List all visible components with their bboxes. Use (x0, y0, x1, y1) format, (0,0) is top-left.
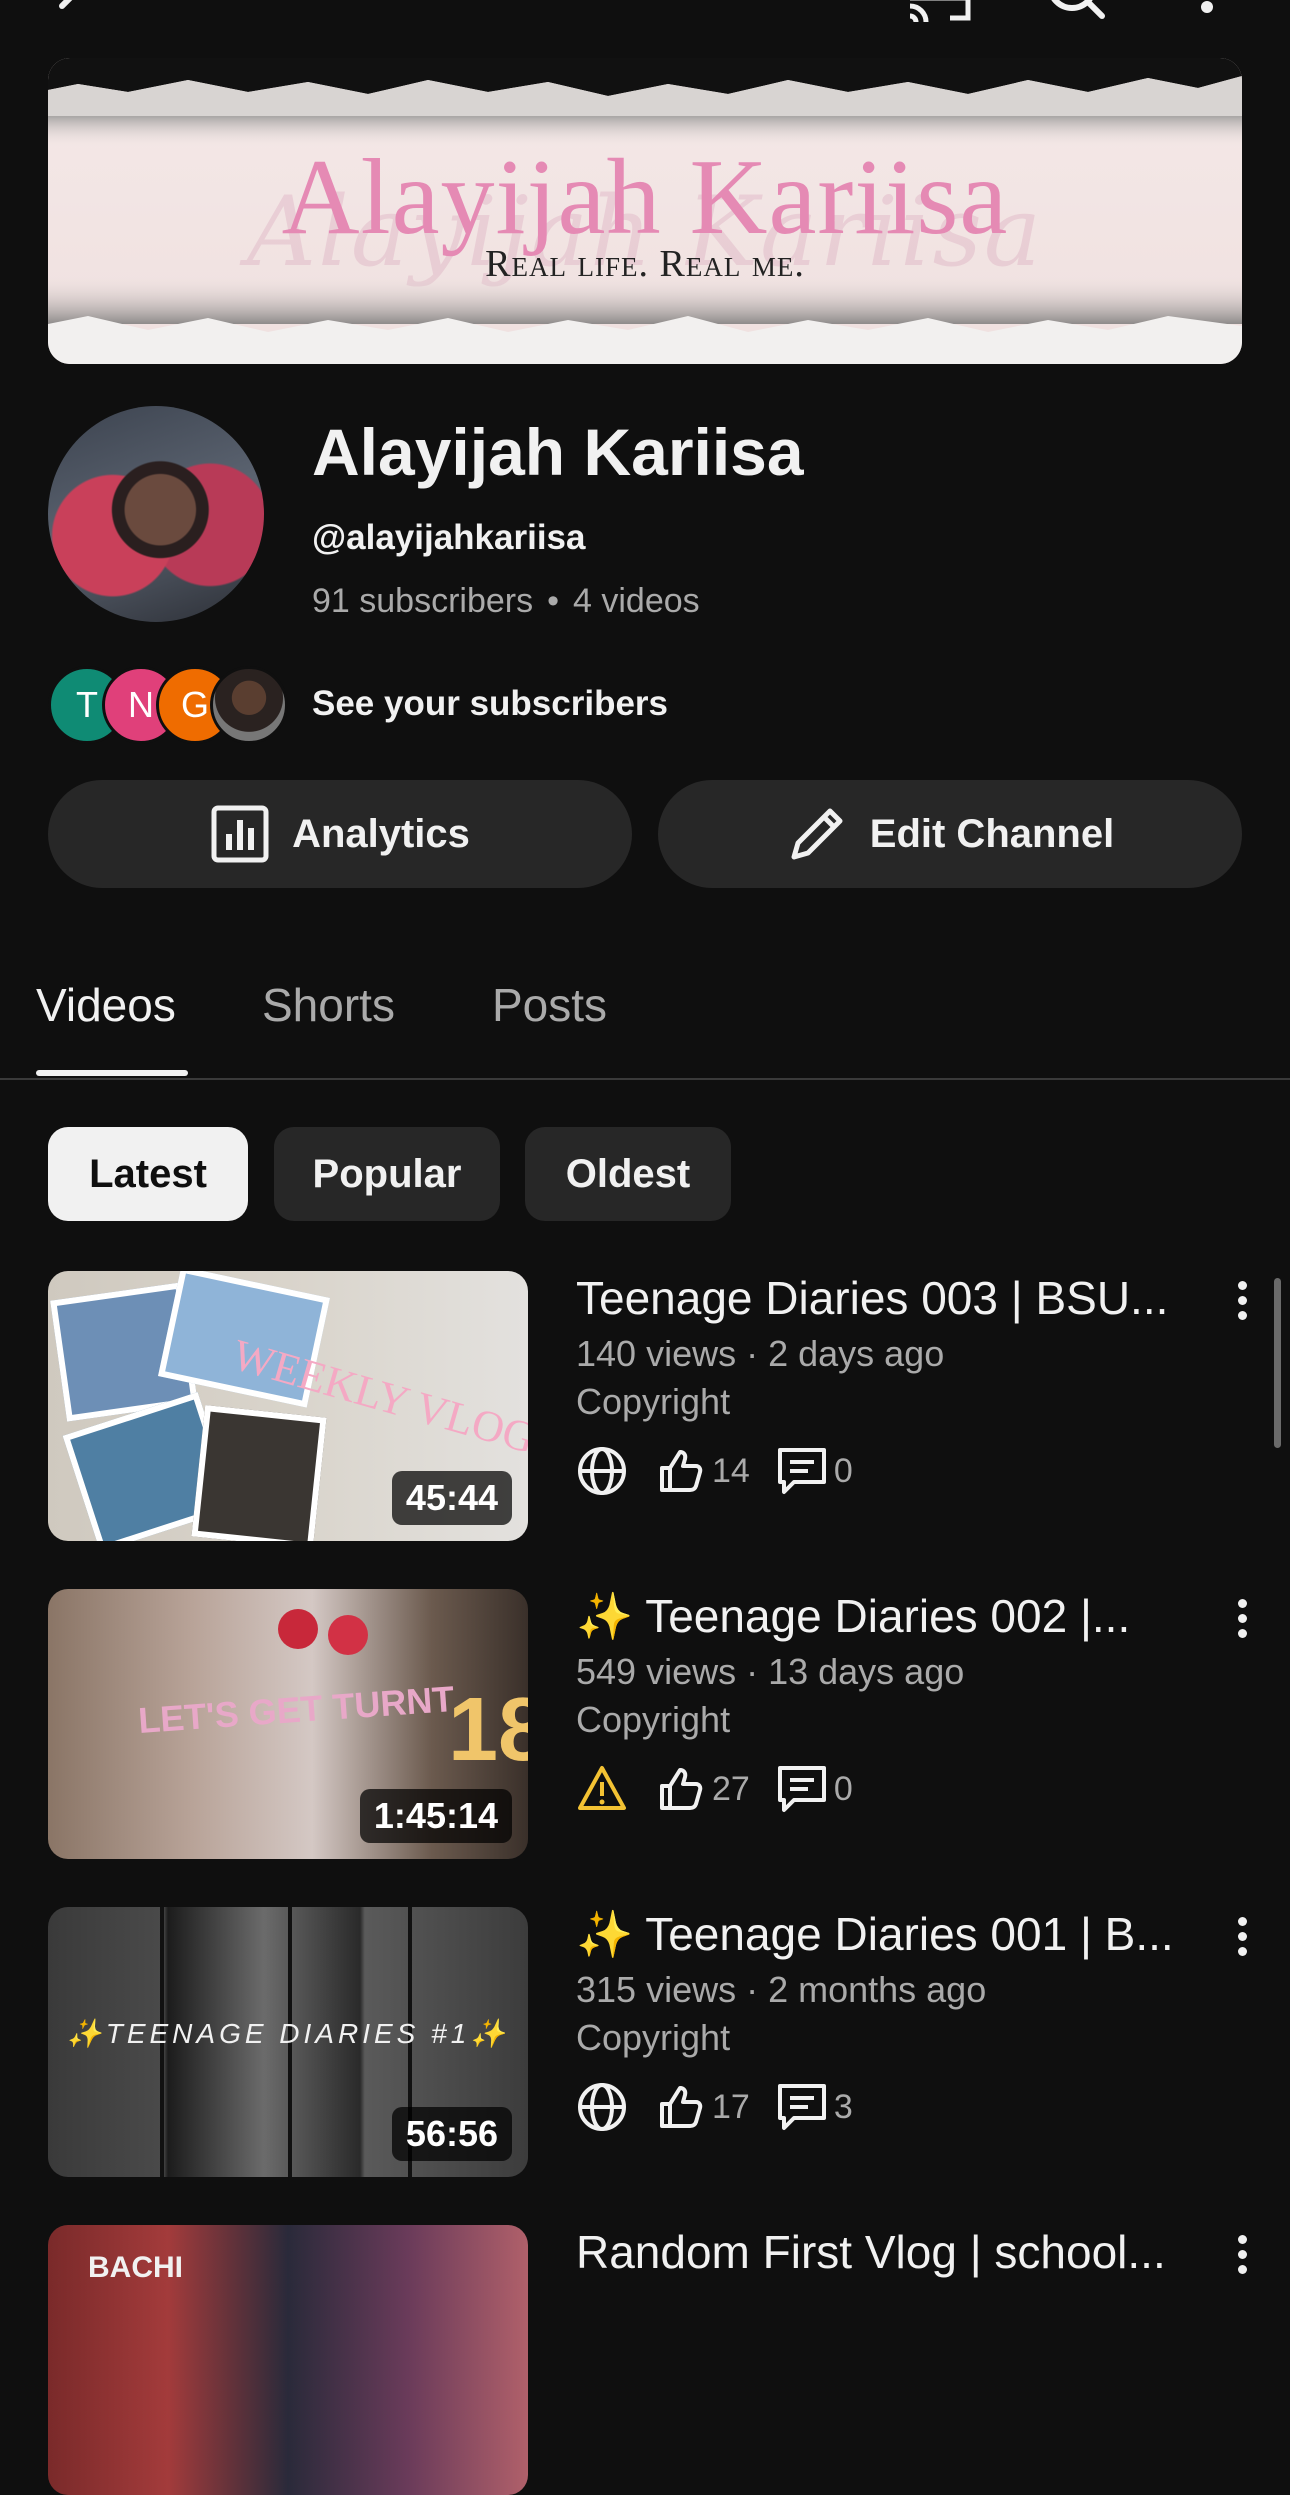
video-meta: 549 views · 13 days ago (576, 1651, 965, 1692)
video-title[interactable]: ✨ Teenage Diaries 001 | B... (576, 1907, 1196, 1962)
subscriber-avatars[interactable]: T N G (48, 666, 288, 744)
thumbnail-text: LET'S GET TURNT (136, 1678, 456, 1741)
back-icon[interactable] (50, 0, 90, 26)
channel-stats: 91 subscribers • 4 videos (312, 582, 700, 621)
video-row[interactable]: ✨TEENAGE DIARIES #1✨ 56:56 ✨ Teenage Dia… (0, 1907, 1290, 2177)
comment-icon (776, 1764, 828, 1814)
like-icon (656, 1764, 706, 1814)
subscriber-avatar-photo (210, 666, 288, 744)
video-more-icon[interactable] (1228, 2235, 1256, 2285)
chip-popular[interactable]: Popular (274, 1127, 500, 1221)
channel-banner: Alayijah Kariisa Alayijah Kariisa Real l… (48, 58, 1242, 364)
edit-channel-label: Edit Channel (869, 811, 1115, 856)
see-subscribers-link[interactable]: See your subscribers (312, 684, 668, 724)
tab-videos[interactable]: Videos (36, 978, 176, 1032)
video-meta: 140 views · 2 days ago (576, 1333, 945, 1374)
comment-count: 0 (833, 1769, 853, 1808)
comment-count: 3 (833, 2087, 853, 2126)
channel-tabs: Videos Shorts Posts (0, 960, 1290, 1080)
globe-icon (576, 1445, 628, 1497)
torn-paper-bottom (48, 274, 1242, 364)
video-more-icon[interactable] (1228, 1599, 1256, 1649)
comment-icon (776, 2082, 828, 2132)
video-row[interactable]: 18 LET'S GET TURNT 1:45:14 ✨ Teenage Dia… (0, 1589, 1290, 1859)
video-meta: 315 views · 2 months ago (576, 1969, 987, 2010)
globe-icon (576, 2081, 628, 2133)
video-count: 4 videos (573, 582, 700, 620)
more-icon[interactable] (1196, 0, 1218, 18)
analytics-icon (211, 805, 269, 863)
like-count: 14 (712, 1451, 750, 1490)
video-thumbnail[interactable]: WEEKLY VLOG 45:44 (48, 1271, 528, 1541)
chip-latest[interactable]: Latest (48, 1127, 248, 1221)
torn-paper-top (48, 58, 1242, 148)
cast-icon[interactable] (906, 0, 976, 24)
video-duration: 45:44 (391, 1471, 512, 1525)
like-count: 17 (712, 2087, 750, 2126)
video-more-icon[interactable] (1228, 1281, 1256, 1331)
video-thumbnail[interactable]: BACHI (48, 2225, 528, 2495)
search-icon[interactable] (1042, 0, 1108, 22)
copyright-label[interactable]: Copyright (576, 1699, 730, 1741)
stats-separator: • (547, 582, 560, 620)
copyright-label[interactable]: Copyright (576, 2017, 730, 2059)
analytics-button[interactable]: Analytics (48, 780, 632, 888)
scrollbar[interactable] (1274, 1278, 1281, 1448)
subscriber-count: 91 subscribers (312, 582, 534, 620)
comment-icon (776, 1446, 828, 1496)
video-thumbnail[interactable]: ✨TEENAGE DIARIES #1✨ 56:56 (48, 1907, 528, 2177)
warning-icon (576, 1764, 628, 1814)
thumbnail-text: ✨TEENAGE DIARIES #1✨ (66, 2018, 510, 2049)
video-title[interactable]: ✨ Teenage Diaries 002 |... (576, 1589, 1196, 1644)
chip-oldest[interactable]: Oldest (525, 1127, 731, 1221)
channel-avatar[interactable] (48, 406, 264, 622)
like-icon (656, 1446, 706, 1496)
video-title[interactable]: Teenage Diaries 003 | BSU... (576, 1271, 1196, 1325)
tab-shorts[interactable]: Shorts (262, 978, 395, 1032)
video-status-icons: 27 0 (576, 1759, 879, 1819)
video-thumbnail[interactable]: 18 LET'S GET TURNT 1:45:14 (48, 1589, 528, 1859)
top-app-bar (0, 0, 1290, 40)
tab-posts[interactable]: Posts (492, 978, 607, 1032)
video-status-icons: 14 0 (576, 1441, 879, 1501)
video-status-icons: 17 3 (576, 2077, 879, 2137)
like-count: 27 (712, 1769, 750, 1808)
video-duration: 1:45:14 (359, 1789, 512, 1843)
comment-count: 0 (833, 1451, 853, 1490)
video-more-icon[interactable] (1228, 1917, 1256, 1967)
analytics-label: Analytics (292, 811, 470, 856)
video-title[interactable]: Random First Vlog | school... (576, 2225, 1196, 2279)
edit-channel-button[interactable]: Edit Channel (658, 780, 1242, 888)
pencil-icon (791, 808, 843, 860)
channel-name: Alayijah Kariisa (312, 415, 804, 489)
copyright-label[interactable]: Copyright (576, 1381, 730, 1423)
channel-handle: @alayijahkariisa (312, 518, 586, 557)
like-icon (656, 2082, 706, 2132)
thumbnail-text: BACHI (88, 2251, 183, 2284)
video-row[interactable]: WEEKLY VLOG 45:44 Teenage Diaries 003 | … (0, 1271, 1290, 1541)
video-row[interactable]: BACHI Random First Vlog | school... (0, 2225, 1290, 2495)
video-duration: 56:56 (391, 2107, 512, 2161)
active-tab-indicator (36, 1070, 188, 1076)
